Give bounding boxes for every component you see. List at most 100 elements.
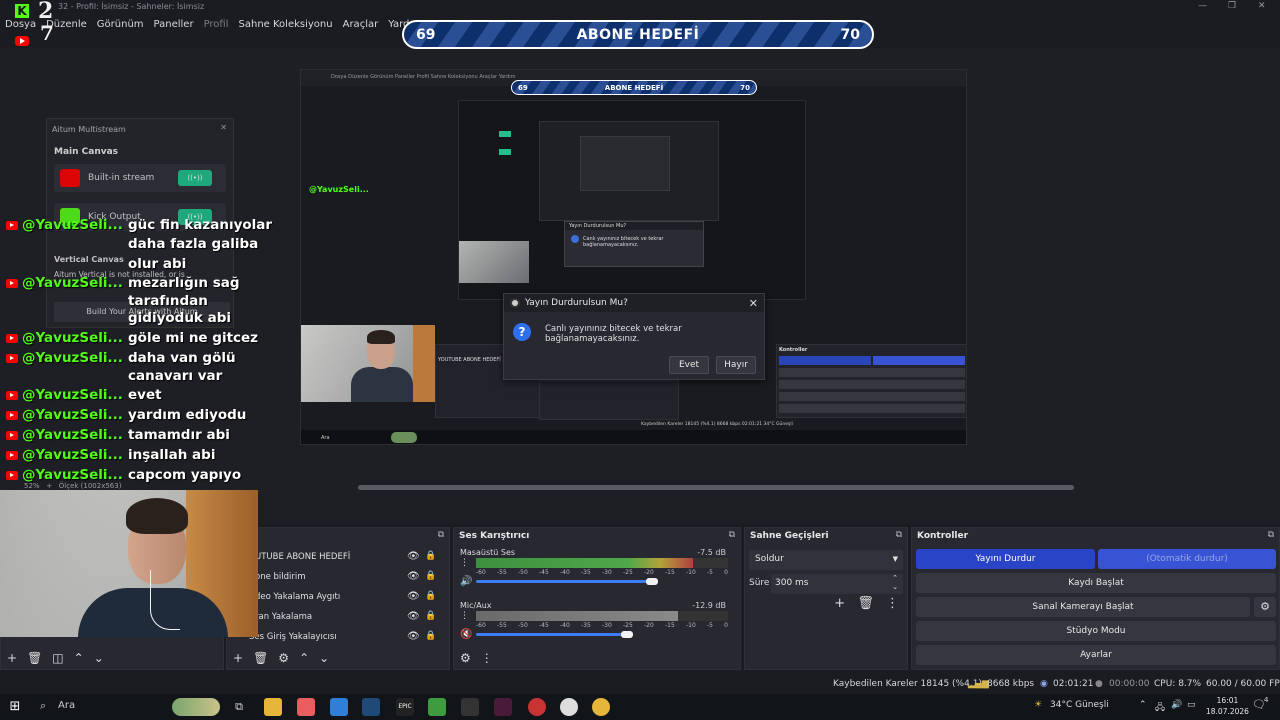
undock-icon[interactable]: ⧉ bbox=[896, 530, 902, 540]
game-launcher-icon[interactable] bbox=[461, 698, 479, 716]
menu-dots-icon[interactable]: ⋮ bbox=[460, 611, 469, 621]
lock-icon[interactable]: 🔒 bbox=[425, 551, 436, 561]
gear-icon[interactable]: ⚙ bbox=[278, 651, 289, 665]
source-row[interactable]: deo Yakalama Aygıtı 👁 🔒 bbox=[255, 588, 447, 608]
windows-start-icon[interactable]: ⊞ bbox=[6, 698, 24, 716]
weather-text[interactable]: 34°C Güneşli bbox=[1050, 700, 1109, 710]
tray-chevron-icon[interactable]: ⌃ bbox=[1139, 700, 1147, 710]
filter-icon[interactable]: ◫ bbox=[52, 651, 63, 665]
minecraft-icon[interactable] bbox=[428, 698, 446, 716]
source-name: Ses Giriş Yakalayıcısı bbox=[249, 632, 337, 642]
scenes-dock: + 🗑 ◫ ⌃ ⌄ bbox=[0, 637, 224, 670]
transition-select[interactable]: Soldur ▼ bbox=[749, 550, 903, 570]
taskbar-clock[interactable]: 16:01 18.07.2026 bbox=[1206, 695, 1249, 717]
undock-icon[interactable]: ⧉ bbox=[729, 530, 735, 540]
duration-input[interactable]: 300 ms ⌃ ⌄ bbox=[771, 574, 903, 594]
recording-app-icon[interactable] bbox=[528, 698, 546, 716]
chat-user: @YavuzSeli... bbox=[22, 407, 123, 423]
mic-muted-icon[interactable]: 🔇 bbox=[460, 629, 472, 640]
eye-icon[interactable]: 👁 bbox=[407, 591, 420, 602]
start-virtual-camera-button[interactable]: Sanal Kamerayı Başlat bbox=[916, 597, 1250, 617]
volume-slider[interactable] bbox=[476, 633, 628, 636]
volume-knob[interactable] bbox=[646, 578, 659, 585]
trash-icon[interactable]: 🗑 bbox=[27, 651, 42, 665]
lock-icon[interactable]: 🔒 bbox=[425, 631, 436, 641]
menu-paneller[interactable]: Paneller bbox=[154, 19, 194, 30]
youtube-icon bbox=[6, 221, 18, 230]
move-up-icon[interactable]: ⌃ bbox=[299, 651, 309, 665]
multistream-close-icon[interactable]: ✕ bbox=[220, 123, 227, 132]
source-name: UTUBE ABONE HEDEFİ bbox=[255, 552, 351, 562]
auto-stop-button[interactable]: (Otomatik durdur) bbox=[1098, 549, 1276, 569]
menu-dots-icon[interactable]: ⋮ bbox=[460, 558, 469, 568]
menu-dots-icon[interactable]: ⋮ bbox=[886, 596, 899, 611]
question-icon: ? bbox=[513, 323, 531, 341]
menu-dosya[interactable]: Dosya bbox=[5, 19, 36, 30]
eye-icon[interactable]: 👁 bbox=[407, 631, 420, 642]
store-icon[interactable] bbox=[297, 698, 315, 716]
undock-icon[interactable]: ⧉ bbox=[438, 530, 444, 540]
eye-icon[interactable]: 👁 bbox=[407, 611, 420, 622]
add-icon[interactable]: + bbox=[7, 651, 17, 665]
chrome-icon[interactable] bbox=[592, 698, 610, 716]
menu-dots-icon[interactable]: ⋮ bbox=[481, 651, 493, 665]
source-row[interactable]: one bildirim 👁 🔒 bbox=[255, 568, 447, 588]
move-down-icon[interactable]: ⌄ bbox=[319, 651, 329, 665]
menu-profil[interactable]: Profil bbox=[204, 19, 229, 30]
nested-preview-deeper bbox=[539, 121, 719, 221]
lock-icon[interactable]: 🔒 bbox=[425, 591, 436, 601]
app-icon[interactable] bbox=[494, 698, 512, 716]
trash-icon[interactable]: 🗑 bbox=[253, 651, 268, 665]
dialog-yes-button[interactable]: Evet bbox=[669, 356, 709, 374]
steam-icon[interactable] bbox=[362, 698, 380, 716]
volume-icon[interactable]: 🔊 bbox=[1171, 700, 1182, 710]
file-explorer-icon[interactable] bbox=[264, 698, 282, 716]
maximize-icon[interactable]: ❐ bbox=[1228, 1, 1236, 11]
stop-stream-button[interactable]: Yayını Durdur bbox=[916, 549, 1095, 569]
obs-taskbar-icon[interactable] bbox=[560, 698, 578, 716]
network-icon[interactable]: 🖧 bbox=[1155, 700, 1165, 716]
move-up-icon[interactable]: ⌃ bbox=[74, 651, 84, 665]
eye-icon[interactable]: 👁 bbox=[407, 571, 420, 582]
outlook-icon[interactable] bbox=[330, 698, 348, 716]
stream-preview[interactable]: Dosya Düzenle Görünüm Paneller Profil Sa… bbox=[300, 69, 967, 445]
virtual-camera-settings-icon[interactable]: ⚙ bbox=[1254, 597, 1276, 617]
move-down-icon[interactable]: ⌄ bbox=[94, 651, 104, 665]
undock-icon[interactable]: ⧉ bbox=[1268, 530, 1274, 540]
source-name: deo Yakalama Aygıtı bbox=[255, 592, 341, 602]
settings-button[interactable]: Ayarlar bbox=[916, 645, 1276, 665]
menu-sahne-koleksiyonu[interactable]: Sahne Koleksiyonu bbox=[239, 19, 333, 30]
minimize-icon[interactable]: — bbox=[1198, 1, 1207, 11]
speaker-icon[interactable]: 🔊 bbox=[460, 576, 472, 587]
broadcast-icon[interactable]: ((•)) bbox=[178, 170, 212, 186]
task-view-icon[interactable]: ⧉ bbox=[230, 698, 248, 716]
start-recording-button[interactable]: Kaydı Başlat bbox=[916, 573, 1276, 593]
source-row[interactable]: UTUBE ABONE HEDEFİ 👁 🔒 bbox=[255, 548, 447, 568]
menu-gorunum[interactable]: Görünüm bbox=[97, 19, 144, 30]
eye-icon[interactable]: 👁 bbox=[407, 551, 420, 562]
dialog-close-icon[interactable]: ✕ bbox=[749, 297, 758, 310]
stepper-icon[interactable]: ⌃ ⌄ bbox=[892, 574, 898, 592]
menu-araclar[interactable]: Araçlar bbox=[343, 19, 379, 30]
mixer-settings-icon[interactable]: ⚙ bbox=[460, 651, 471, 665]
duration-label: Süre bbox=[749, 578, 770, 588]
taskbar-search[interactable]: ⌕ Ara bbox=[36, 696, 222, 718]
stop-stream-dialog: Yayın Durdurulsun Mu? ✕ ? Canlı yayınını… bbox=[503, 293, 765, 380]
add-icon[interactable]: + bbox=[834, 596, 845, 611]
nested-preview: Yayın Durdurulsun Mu? Canlı yayınınız bi… bbox=[458, 100, 806, 300]
dialog-no-button[interactable]: Hayır bbox=[716, 356, 756, 374]
close-icon[interactable]: ✕ bbox=[1258, 1, 1266, 11]
source-row[interactable]: Ses Giriş Yakalayıcısı 👁 🔒 bbox=[249, 628, 441, 648]
lock-icon[interactable]: 🔒 bbox=[425, 571, 436, 581]
volume-knob[interactable] bbox=[621, 631, 634, 638]
battery-icon[interactable]: ▭ bbox=[1187, 700, 1196, 710]
source-row[interactable]: ran Yakalama 👁 🔒 bbox=[255, 608, 447, 628]
add-icon[interactable]: + bbox=[233, 651, 243, 665]
goal-title: ABONE HEDEFİ bbox=[576, 26, 700, 43]
studio-mode-button[interactable]: Stüdyo Modu bbox=[916, 621, 1276, 641]
preview-scrollbar[interactable] bbox=[358, 485, 1074, 490]
volume-slider[interactable] bbox=[476, 580, 653, 583]
trash-icon[interactable]: 🗑 bbox=[857, 596, 874, 611]
epic-games-icon[interactable]: EPIC bbox=[396, 698, 414, 716]
lock-icon[interactable]: 🔒 bbox=[425, 611, 436, 621]
